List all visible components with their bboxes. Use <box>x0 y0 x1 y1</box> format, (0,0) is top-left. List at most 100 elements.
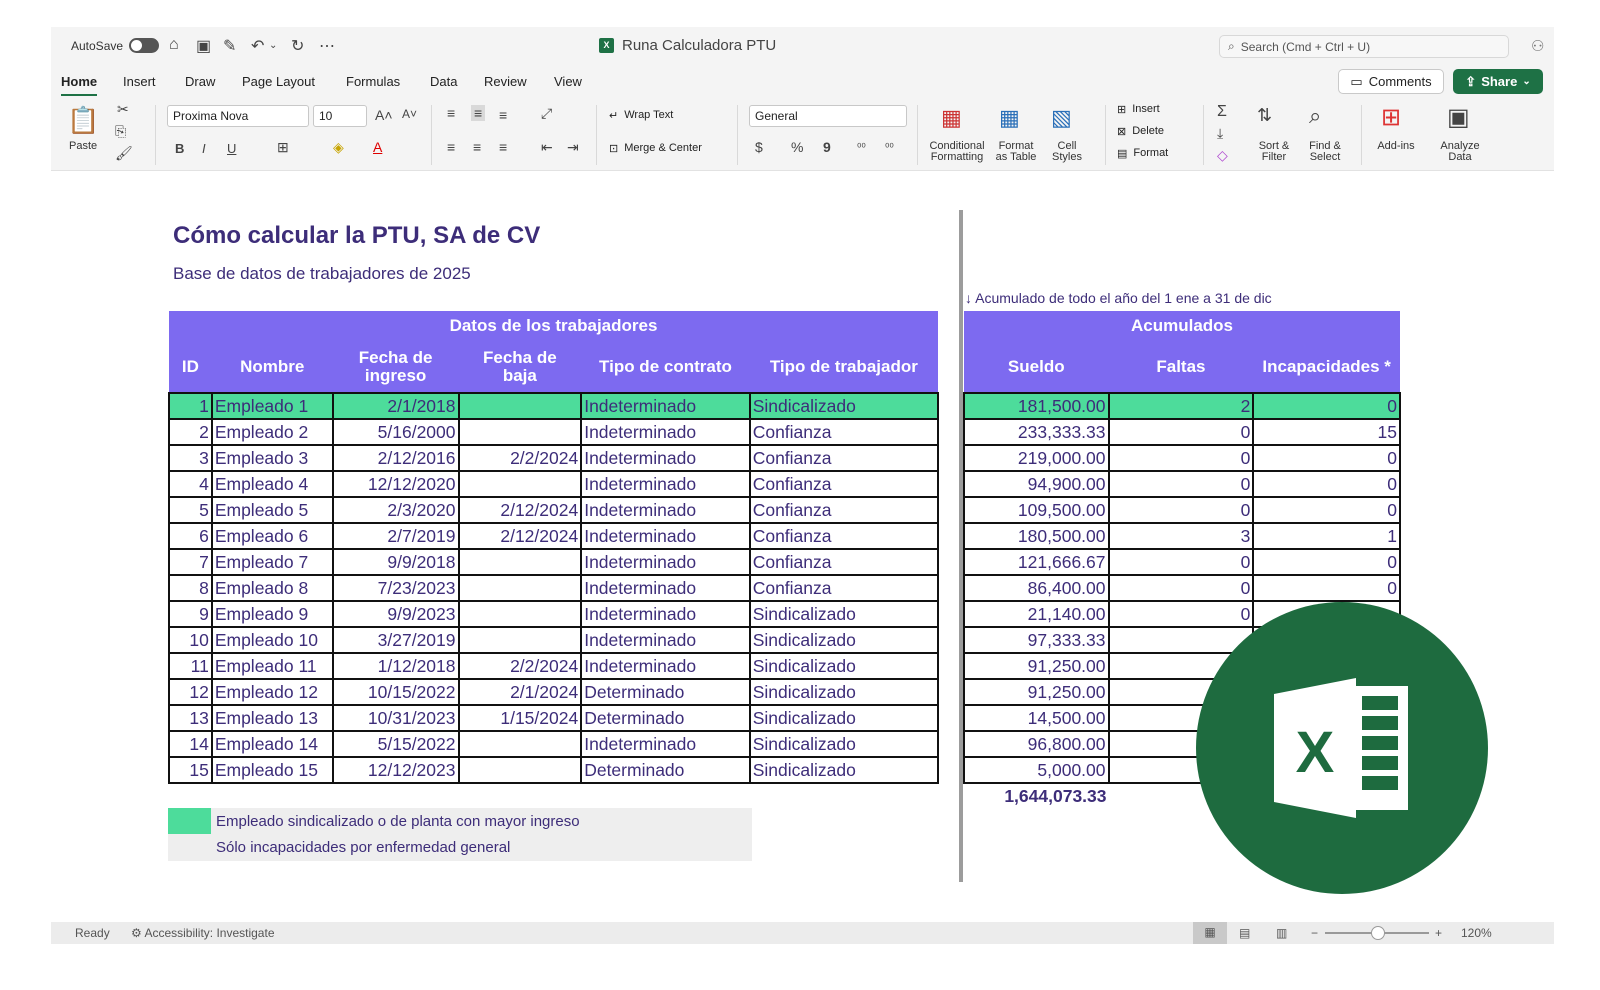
table-cell[interactable]: Indeterminado <box>580 600 751 628</box>
table-cell[interactable]: Indeterminado <box>580 418 751 446</box>
find-select-label[interactable]: Find & Select <box>1303 141 1347 163</box>
tab-draw[interactable]: Draw <box>185 74 215 89</box>
table-cell[interactable]: 15 <box>168 756 213 784</box>
align-bottom-icon[interactable]: ≡ <box>499 107 507 123</box>
tab-view[interactable]: View <box>554 74 582 89</box>
table-cell[interactable]: Empleado 6 <box>210 522 334 550</box>
table-cell[interactable]: Empleado 1 <box>210 392 334 420</box>
table-cell[interactable]: 12/12/2023 <box>331 756 460 784</box>
table-cell[interactable]: 0 <box>1252 392 1401 420</box>
align-top-icon[interactable]: ≡ <box>447 105 455 121</box>
fill-color-icon[interactable]: ◈ <box>333 139 344 156</box>
wrap-text-button[interactable]: ↵ Wrap Text <box>609 109 673 122</box>
delete-cells-button[interactable]: ⊠ Delete <box>1117 125 1164 138</box>
table-cell[interactable]: 6 <box>168 522 213 550</box>
table-cell[interactable]: 0 <box>1252 548 1401 576</box>
table-cell[interactable] <box>457 756 583 784</box>
table-cell[interactable]: 180,500.00 <box>963 522 1110 550</box>
percent-button[interactable]: % <box>791 139 803 155</box>
table-cell[interactable]: 2/12/2024 <box>457 522 583 550</box>
table-cell[interactable]: 2/7/2019 <box>331 522 460 550</box>
table-cell[interactable]: 4 <box>168 470 213 498</box>
table-cell[interactable]: Sindicalizado <box>748 730 940 758</box>
table-cell[interactable]: 94,900.00 <box>963 470 1110 498</box>
table-cell[interactable] <box>457 418 583 446</box>
table-cell[interactable]: 1 <box>168 392 213 420</box>
increase-font-icon[interactable]: A˄ <box>375 107 393 123</box>
merge-center-button[interactable]: ⊡ Merge & Center <box>609 142 702 155</box>
table-cell[interactable]: Indeterminado <box>580 574 751 602</box>
tab-home[interactable]: Home <box>61 74 98 96</box>
table-cell[interactable]: 9/9/2023 <box>331 600 460 628</box>
table-cell[interactable]: Indeterminado <box>580 444 751 472</box>
table-cell[interactable]: 0 <box>1107 574 1255 602</box>
font-color-icon[interactable]: A <box>373 139 382 155</box>
table-cell[interactable]: 233,333.33 <box>963 418 1110 446</box>
table-cell[interactable]: 8 <box>168 574 213 602</box>
table-cell[interactable]: 7/23/2023 <box>331 574 460 602</box>
conditional-formatting-label[interactable]: Conditional Formatting <box>927 141 987 163</box>
table-cell[interactable]: 14 <box>168 730 213 758</box>
italic-button[interactable]: I <box>202 141 206 156</box>
table-cell[interactable]: Indeterminado <box>580 470 751 498</box>
cell-styles-icon[interactable]: ▧ <box>1051 105 1072 131</box>
table-cell[interactable]: 5/15/2022 <box>331 730 460 758</box>
table-cell[interactable]: 10/31/2023 <box>331 704 460 732</box>
format-as-table-label[interactable]: Format as Table <box>991 141 1041 163</box>
table-cell[interactable] <box>457 548 583 576</box>
home-icon[interactable]: ⌂ <box>169 36 179 54</box>
conditional-formatting-icon[interactable]: ▦ <box>941 105 962 131</box>
cut-icon[interactable]: ✂ <box>117 101 129 118</box>
tab-review[interactable]: Review <box>484 74 527 89</box>
table-cell[interactable]: 0 <box>1107 418 1255 446</box>
orientation-icon[interactable]: ⤢ <box>541 105 552 122</box>
table-cell[interactable]: 121,666.67 <box>963 548 1110 576</box>
table-cell[interactable]: 0 <box>1107 470 1255 498</box>
underline-button[interactable]: U <box>227 141 236 156</box>
zoom-in-button[interactable]: + <box>1435 926 1442 940</box>
add-ins-icon[interactable]: ⊞ <box>1381 103 1401 132</box>
table-cell[interactable]: Determinado <box>580 678 751 706</box>
page-layout-view-icon[interactable]: ▤ <box>1239 926 1250 940</box>
table-cell[interactable]: Empleado 8 <box>210 574 334 602</box>
align-left-icon[interactable]: ≡ <box>447 139 455 155</box>
accessibility-status[interactable]: ⚙ Accessibility: Investigate <box>131 926 275 940</box>
table-cell[interactable]: 2/2/2024 <box>457 652 583 680</box>
table-cell[interactable]: 2 <box>168 418 213 446</box>
table-cell[interactable]: Sindicalizado <box>748 678 940 706</box>
table-cell[interactable]: 0 <box>1252 574 1401 602</box>
table-cell[interactable]: Empleado 14 <box>210 730 334 758</box>
table-cell[interactable]: Empleado 12 <box>210 678 334 706</box>
table-cell[interactable]: 15 <box>1252 418 1401 446</box>
zoom-out-button[interactable]: − <box>1311 926 1318 940</box>
table-cell[interactable]: Empleado 7 <box>210 548 334 576</box>
increase-indent-icon[interactable]: ⇥ <box>567 139 579 156</box>
table-cell[interactable]: 12 <box>168 678 213 706</box>
table-cell[interactable]: 12/12/2020 <box>331 470 460 498</box>
table-cell[interactable] <box>457 626 583 654</box>
zoom-slider-thumb[interactable] <box>1371 926 1385 940</box>
table-cell[interactable]: Empleado 5 <box>210 496 334 524</box>
table-cell[interactable]: Indeterminado <box>580 730 751 758</box>
table-cell[interactable]: Indeterminado <box>580 626 751 654</box>
table-cell[interactable] <box>457 574 583 602</box>
table-cell[interactable]: Confianza <box>748 444 940 472</box>
decrease-indent-icon[interactable]: ⇤ <box>541 139 553 156</box>
font-size-select[interactable]: 10 <box>313 105 367 127</box>
decrease-font-icon[interactable]: A˅ <box>402 107 417 121</box>
table-cell[interactable]: Indeterminado <box>580 496 751 524</box>
table-cell[interactable] <box>457 730 583 758</box>
table-cell[interactable]: Confianza <box>748 496 940 524</box>
redo-icon[interactable]: ↻ <box>291 36 304 56</box>
table-cell[interactable]: 96,800.00 <box>963 730 1110 758</box>
table-cell[interactable]: 181,500.00 <box>963 392 1110 420</box>
table-cell[interactable]: Empleado 3 <box>210 444 334 472</box>
table-cell[interactable]: Empleado 11 <box>210 652 334 680</box>
table-cell[interactable]: 1 <box>1252 522 1401 550</box>
edit-icon[interactable]: ✎ <box>223 36 236 56</box>
table-cell[interactable]: Determinado <box>580 756 751 784</box>
table-cell[interactable]: Indeterminado <box>580 548 751 576</box>
table-cell[interactable]: Confianza <box>748 418 940 446</box>
table-cell[interactable]: 2/1/2024 <box>457 678 583 706</box>
table-cell[interactable]: Empleado 4 <box>210 470 334 498</box>
